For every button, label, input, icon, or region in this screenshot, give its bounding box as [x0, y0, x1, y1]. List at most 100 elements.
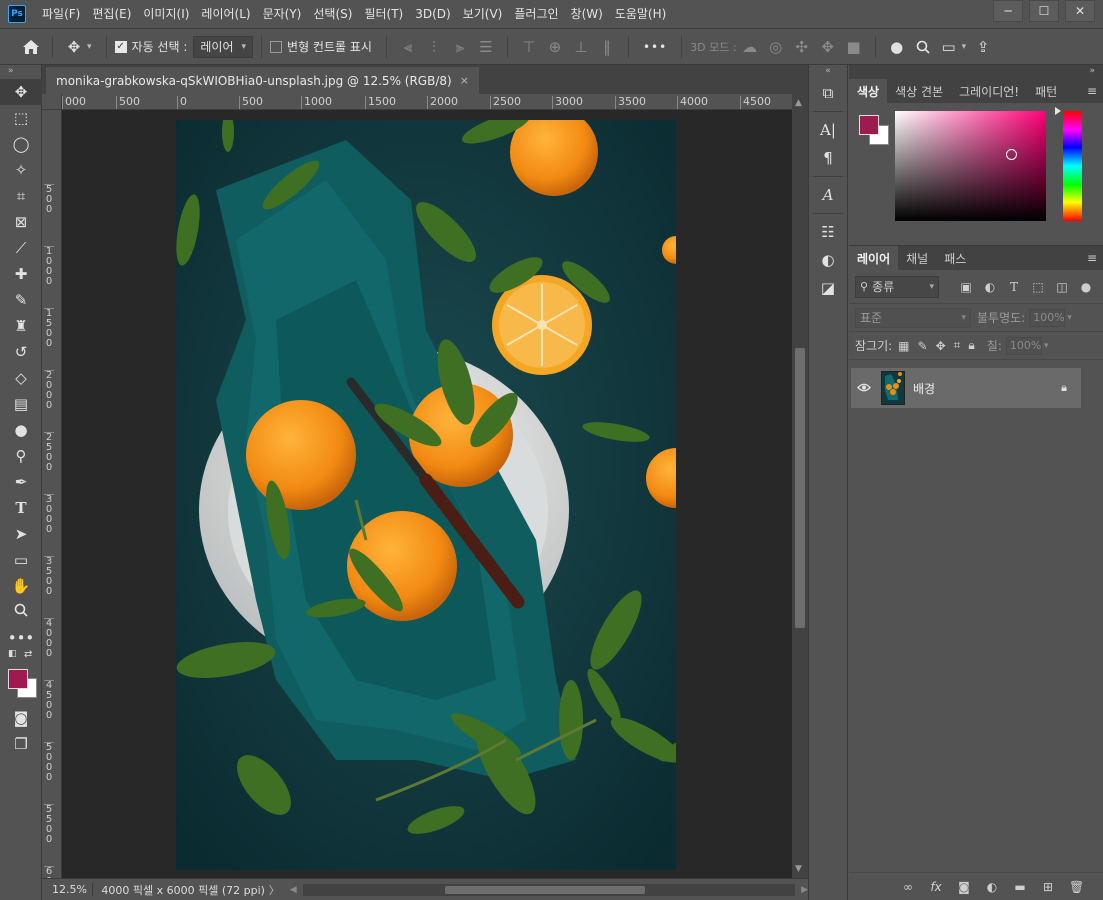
- close-tab-icon[interactable]: ×: [460, 74, 469, 87]
- chevron-down-icon[interactable]: ▾: [1067, 313, 1072, 323]
- document-tab[interactable]: monika-grabkowska-qSkWIOBHia0-unsplash.j…: [46, 67, 479, 94]
- filter-toggle-icon[interactable]: ●: [1079, 280, 1093, 294]
- chevron-down-icon[interactable]: ▾: [1044, 341, 1049, 351]
- lock-position-icon[interactable]: ✥: [936, 339, 946, 353]
- chevron-down-icon[interactable]: ▾: [962, 42, 967, 52]
- layer-row[interactable]: 배경 🔒︎: [851, 368, 1081, 408]
- lock-all-icon[interactable]: 🔒︎: [968, 338, 974, 353]
- distribute-vertical-icon[interactable]: ‖: [598, 38, 616, 56]
- add-mask-icon[interactable]: ◙: [957, 880, 971, 894]
- menu-type[interactable]: 문자(Y): [257, 0, 308, 29]
- maximize-button[interactable]: ☐: [1029, 0, 1059, 22]
- move-tool[interactable]: ✥: [0, 79, 42, 105]
- brush-tool[interactable]: ✎: [0, 287, 42, 313]
- vertical-scrollbar[interactable]: ▲ ▼: [792, 94, 808, 878]
- menu-image[interactable]: 이미지(I): [137, 0, 195, 29]
- menu-3d[interactable]: 3D(D): [409, 0, 456, 29]
- glyphs-panel-icon[interactable]: A: [809, 181, 847, 209]
- menu-window[interactable]: 창(W): [565, 0, 609, 29]
- minimize-button[interactable]: ─: [993, 0, 1023, 22]
- color-picker-marker[interactable]: [1006, 149, 1017, 160]
- libraries-panel-icon[interactable]: ◪: [809, 274, 847, 302]
- pen-tool[interactable]: ✒: [0, 469, 42, 495]
- menu-plugins[interactable]: 플러그인: [508, 0, 564, 29]
- 3d-pan-icon[interactable]: ✣: [793, 38, 811, 56]
- collapse-arrows-icon[interactable]: »: [849, 65, 1103, 79]
- menu-file[interactable]: 파일(F): [36, 0, 86, 29]
- foreground-color-swatch[interactable]: [8, 669, 28, 689]
- distribute-horizontal-icon[interactable]: ☰: [477, 38, 495, 56]
- type-tool[interactable]: T: [0, 495, 42, 521]
- hue-slider[interactable]: [1063, 111, 1082, 221]
- align-left-icon[interactable]: ⫷: [399, 38, 417, 56]
- menu-help[interactable]: 도움말(H): [609, 0, 673, 29]
- vertical-scroll-thumb[interactable]: [795, 348, 805, 628]
- scroll-up-icon[interactable]: ▲: [795, 98, 802, 108]
- 3d-scale-icon[interactable]: ■: [845, 38, 863, 56]
- ruler-origin[interactable]: [42, 94, 62, 110]
- foreground-color-swatch[interactable]: [859, 115, 879, 135]
- paragraph-panel-icon[interactable]: ¶: [809, 144, 847, 172]
- tab-color[interactable]: 색상: [849, 79, 888, 103]
- 3d-orbit-icon[interactable]: ☁: [741, 38, 759, 56]
- scroll-right-icon[interactable]: ▶: [801, 885, 808, 895]
- properties-panel-icon[interactable]: ☷: [809, 218, 847, 246]
- tab-paths[interactable]: 패스: [936, 246, 974, 270]
- opacity-input[interactable]: 100%: [1029, 308, 1066, 327]
- horizontal-scrollbar[interactable]: [302, 883, 796, 896]
- lock-artboard-icon[interactable]: ⌗: [954, 338, 961, 353]
- filter-type-icon[interactable]: T: [1007, 280, 1021, 294]
- healing-brush-tool[interactable]: ✚: [0, 261, 42, 287]
- layer-filter-dropdown[interactable]: ⚲ 종류 ▾: [855, 275, 939, 298]
- new-group-icon[interactable]: ▬: [1013, 880, 1027, 894]
- character-panel-icon[interactable]: A|: [809, 116, 847, 144]
- history-brush-tool[interactable]: ↺: [0, 339, 42, 365]
- user-icon[interactable]: ●: [888, 38, 906, 56]
- menu-layer[interactable]: 레이어(L): [195, 0, 256, 29]
- eyedropper-tool[interactable]: ⟋: [0, 235, 42, 261]
- frame-tool[interactable]: ⊠: [0, 209, 42, 235]
- history-panel-icon[interactable]: ⧉: [809, 79, 847, 107]
- align-horizontal-center-icon[interactable]: ⫶: [425, 38, 443, 56]
- lock-transparency-icon[interactable]: ▦: [898, 339, 909, 353]
- menu-select[interactable]: 선택(S): [307, 0, 358, 29]
- path-selection-tool[interactable]: ➤: [0, 521, 42, 547]
- adjustments-panel-icon[interactable]: ◐: [809, 246, 847, 274]
- dodge-tool[interactable]: ⚲: [0, 443, 42, 469]
- close-window-button[interactable]: ✕: [1065, 0, 1095, 22]
- collapse-arrows-icon[interactable]: »: [0, 65, 41, 79]
- swap-colors-icon[interactable]: ⇄: [24, 649, 32, 660]
- document-image[interactable]: [176, 120, 676, 870]
- menu-filter[interactable]: 필터(T): [358, 0, 409, 29]
- scroll-down-icon[interactable]: ▼: [795, 864, 802, 874]
- status-menu-arrow[interactable]: 〉: [269, 882, 280, 898]
- lock-pixels-icon[interactable]: ✎: [918, 339, 928, 353]
- stamp-tool[interactable]: ♜: [0, 313, 42, 339]
- share-icon[interactable]: ⇪: [974, 38, 992, 56]
- auto-select-checkbox[interactable]: ✓: [114, 40, 127, 53]
- filter-pixel-icon[interactable]: ▣: [959, 280, 973, 294]
- lasso-tool[interactable]: ◯: [0, 131, 42, 157]
- quick-mask-button[interactable]: ◙: [0, 705, 42, 731]
- hue-slider-marker[interactable]: [1055, 107, 1061, 115]
- rectangle-tool[interactable]: ▭: [0, 547, 42, 573]
- tab-patterns[interactable]: 패턴: [1027, 79, 1065, 103]
- horizontal-scroll-thumb[interactable]: [444, 885, 645, 894]
- vertical-ruler[interactable]: 500 1000 1500 2000 2500 3000 3500 4000 4500 5000 5…: [42, 110, 62, 878]
- color-field[interactable]: [895, 111, 1046, 221]
- align-top-icon[interactable]: ⊤: [520, 38, 538, 56]
- chevron-down-icon[interactable]: ▾: [87, 42, 92, 52]
- delete-layer-icon[interactable]: 🗑︎: [1069, 880, 1084, 894]
- layer-name[interactable]: 배경: [913, 380, 935, 397]
- collapse-arrows-icon[interactable]: «: [809, 65, 847, 79]
- marquee-tool[interactable]: ⬚: [0, 105, 42, 131]
- gradient-tool[interactable]: ▤: [0, 391, 42, 417]
- filter-smart-object-icon[interactable]: ◫: [1055, 280, 1069, 294]
- filter-shape-icon[interactable]: ⬚: [1031, 280, 1045, 294]
- tab-layers[interactable]: 레이어: [849, 246, 899, 270]
- screen-mode-button[interactable]: ❐: [0, 731, 42, 757]
- tab-gradients[interactable]: 그레이디언!: [951, 79, 1027, 103]
- default-colors-icon[interactable]: ◧: [8, 649, 17, 659]
- home-icon[interactable]: [22, 39, 40, 55]
- tab-channels[interactable]: 채널: [898, 246, 936, 270]
